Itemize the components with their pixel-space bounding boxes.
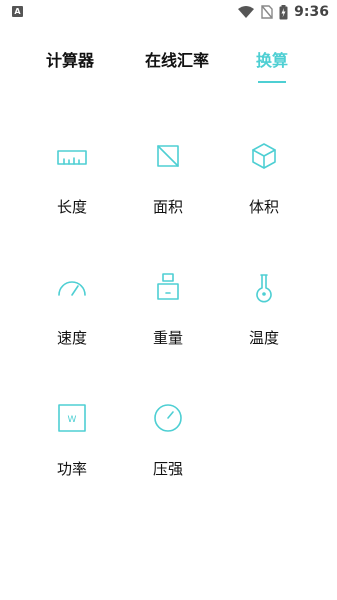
notification-icon: A (12, 6, 23, 17)
converter-power[interactable]: W 功率 (32, 392, 112, 482)
power-icon: W (58, 404, 86, 432)
thermometer-icon (256, 274, 272, 303)
cube-icon (252, 143, 276, 169)
converter-label: 功率 (56, 460, 87, 478)
converter-volume[interactable]: 体积 (224, 130, 304, 220)
converter-area[interactable]: 面积 (128, 130, 208, 220)
active-tab-indicator (258, 81, 286, 83)
tab-exchange-rate[interactable]: 在线汇率 (137, 48, 217, 80)
status-time: 9:36 (294, 4, 329, 20)
converter-weight[interactable]: 重量 (128, 261, 208, 351)
battery-charging-icon (279, 4, 288, 19)
power-icon-text: W (68, 415, 77, 425)
converter-label: 长度 (56, 198, 87, 216)
tab-convert-label: 换算 (255, 51, 288, 70)
converter-speed[interactable]: 速度 (32, 261, 112, 351)
converter-screen: A 9:36 计算器 在线汇率 换算 长度 面积 体积 速度 重量 温度 W 功… (0, 0, 337, 600)
wifi-icon (238, 6, 255, 18)
converter-length[interactable]: 长度 (32, 130, 112, 220)
status-right-group: 9:36 (237, 2, 329, 22)
converter-label: 压强 (152, 460, 183, 478)
tab-calculator[interactable]: 计算器 (38, 48, 102, 80)
ruler-icon (57, 150, 87, 165)
converter-label: 温度 (248, 329, 279, 347)
converter-temperature[interactable]: 温度 (224, 261, 304, 351)
weight-icon (157, 273, 179, 300)
tab-bar: 计算器 在线汇率 换算 (0, 48, 337, 88)
tab-convert[interactable]: 换算 (250, 48, 294, 83)
converter-pressure[interactable]: 压强 (128, 392, 208, 482)
speedometer-icon (58, 281, 86, 296)
converter-label: 体积 (248, 198, 279, 216)
converter-label: 重量 (152, 329, 183, 347)
no-sim-icon (261, 5, 273, 19)
area-icon (157, 145, 179, 167)
status-bar: A 9:36 (0, 0, 337, 24)
converter-label: 面积 (152, 198, 183, 216)
converter-label: 速度 (56, 329, 87, 347)
pressure-gauge-icon (154, 404, 182, 432)
